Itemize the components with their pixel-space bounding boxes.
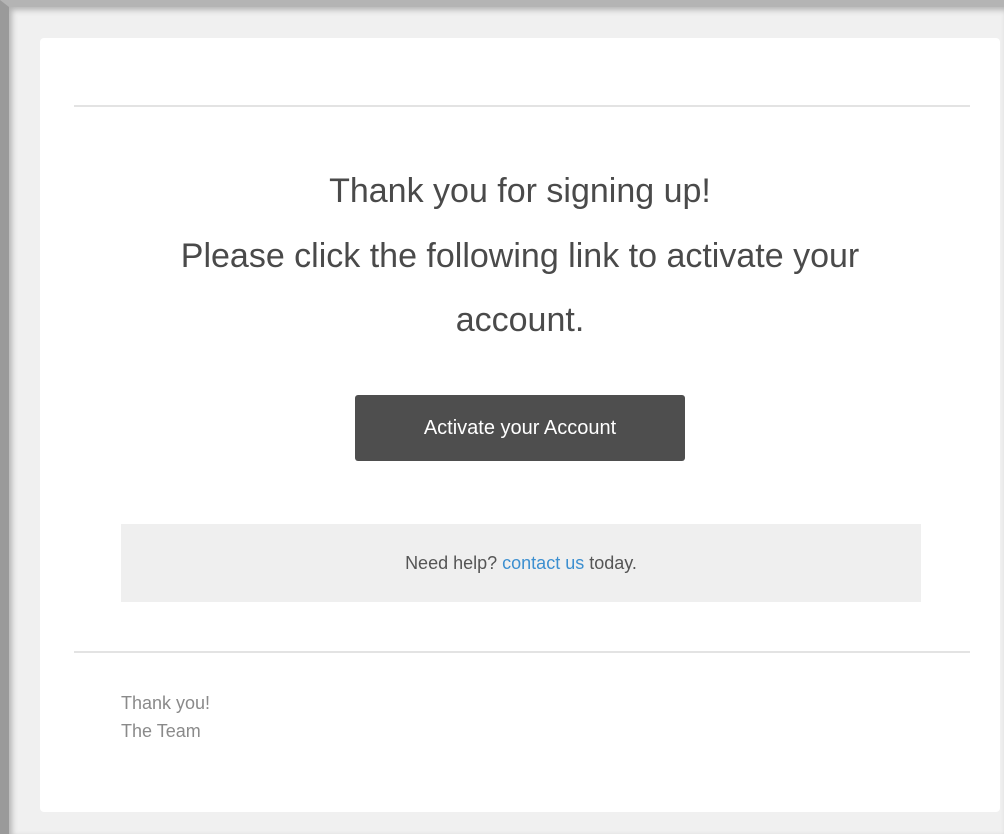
help-suffix: today. bbox=[589, 553, 637, 573]
signup-heading: Thank you for signing up! bbox=[329, 172, 711, 210]
signoff-thanks: Thank you! bbox=[121, 693, 211, 713]
help-prefix: Need help? bbox=[405, 553, 498, 573]
email-card: Thank you for signing up! Please click t… bbox=[40, 38, 1000, 812]
help-box: Need help? contact us today. bbox=[121, 524, 921, 602]
signoff-team: The Team bbox=[121, 721, 201, 741]
activate-account-button[interactable]: Activate your Account bbox=[355, 395, 685, 461]
top-divider bbox=[74, 105, 970, 107]
page-background: Thank you for signing up! Please click t… bbox=[0, 0, 1004, 834]
contact-us-link[interactable]: contact us bbox=[502, 553, 584, 573]
bottom-divider bbox=[74, 651, 970, 653]
activation-instruction: Please click the following link to activ… bbox=[180, 237, 860, 339]
signoff: Thank you! The Team bbox=[121, 689, 210, 745]
